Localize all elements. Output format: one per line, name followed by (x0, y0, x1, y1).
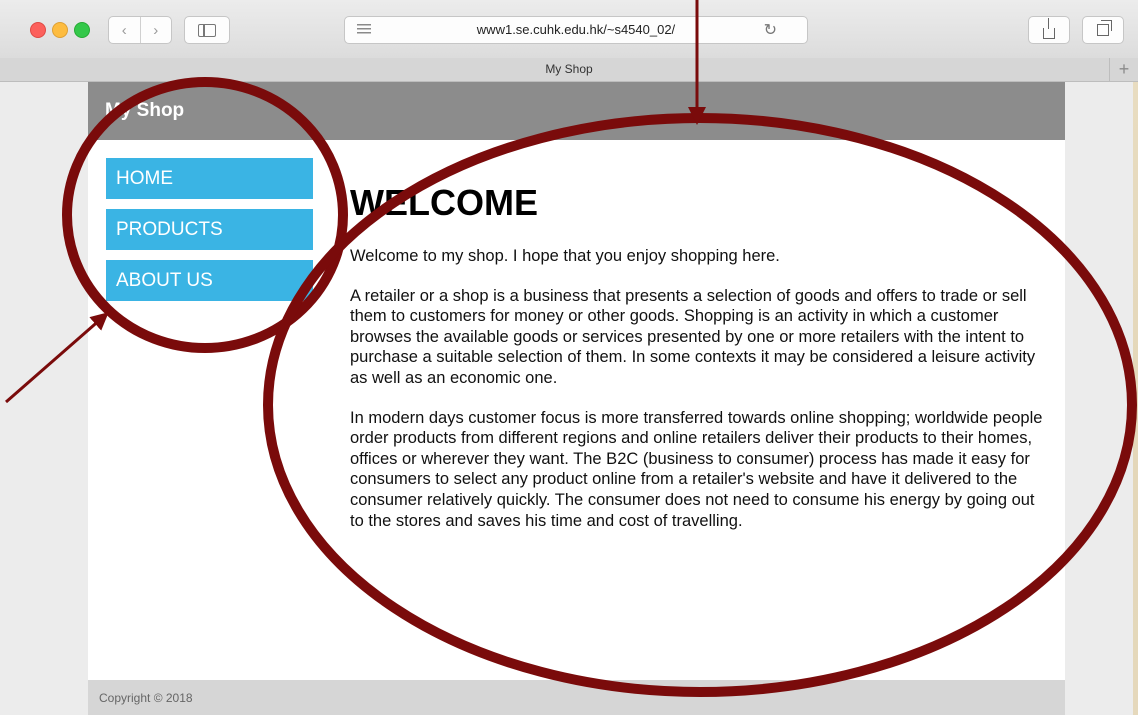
zoom-window-button[interactable] (74, 22, 90, 38)
reload-icon[interactable]: ↻ (764, 20, 777, 40)
share-icon (1043, 17, 1055, 39)
address-bar[interactable]: www1.se.cuhk.edu.hk/~s4540_02/ ↻ (344, 16, 808, 44)
site-footer: Copyright © 2018 (88, 680, 1065, 715)
copyright-text: Copyright © 2018 (99, 691, 193, 705)
tabs-icon (1097, 20, 1112, 36)
tab-bar: My Shop + (0, 58, 1138, 82)
site-header: My Shop (88, 82, 1065, 140)
sidebar-icon (198, 23, 216, 37)
nav-menu: HOME PRODUCTS ABOUT US (106, 158, 313, 311)
navigation-buttons: ‹ › (108, 16, 172, 44)
new-tab-button[interactable]: + (1109, 58, 1138, 81)
chevron-right-icon: › (153, 21, 159, 39)
share-button[interactable] (1028, 16, 1070, 44)
sidebar-toggle-button[interactable] (184, 16, 230, 44)
tab-my-shop[interactable]: My Shop (0, 62, 1138, 76)
menu-item-home[interactable]: HOME (106, 158, 313, 199)
retail-paragraph: A retailer or a shop is a business that … (350, 286, 1036, 387)
menu-item-products[interactable]: PRODUCTS (106, 209, 313, 250)
online-shopping-paragraph: In modern days customer focus is more tr… (350, 408, 1043, 530)
intro-paragraph: Welcome to my shop. I hope that you enjo… (350, 247, 780, 265)
menu-item-about-us[interactable]: ABOUT US (106, 260, 313, 301)
back-button[interactable]: ‹ (109, 17, 141, 43)
page-heading: WELCOME (350, 182, 538, 223)
web-page: My Shop HOME PRODUCTS ABOUT US WELCOME W… (88, 82, 1065, 715)
page-viewport: My Shop HOME PRODUCTS ABOUT US WELCOME W… (0, 82, 1133, 715)
site-title: My Shop (105, 100, 185, 121)
show-tabs-button[interactable] (1082, 16, 1124, 44)
close-window-button[interactable] (30, 22, 46, 38)
browser-toolbar: ‹ › www1.se.cuhk.edu.hk/~s4540_02/ ↻ (0, 0, 1138, 59)
chevron-left-icon: ‹ (121, 21, 127, 39)
url-text[interactable]: www1.se.cuhk.edu.hk/~s4540_02/ (345, 22, 807, 37)
main-content: WELCOME Welcome to my shop. I hope that … (350, 180, 1050, 550)
forward-button[interactable]: › (141, 17, 172, 43)
minimize-window-button[interactable] (52, 22, 68, 38)
